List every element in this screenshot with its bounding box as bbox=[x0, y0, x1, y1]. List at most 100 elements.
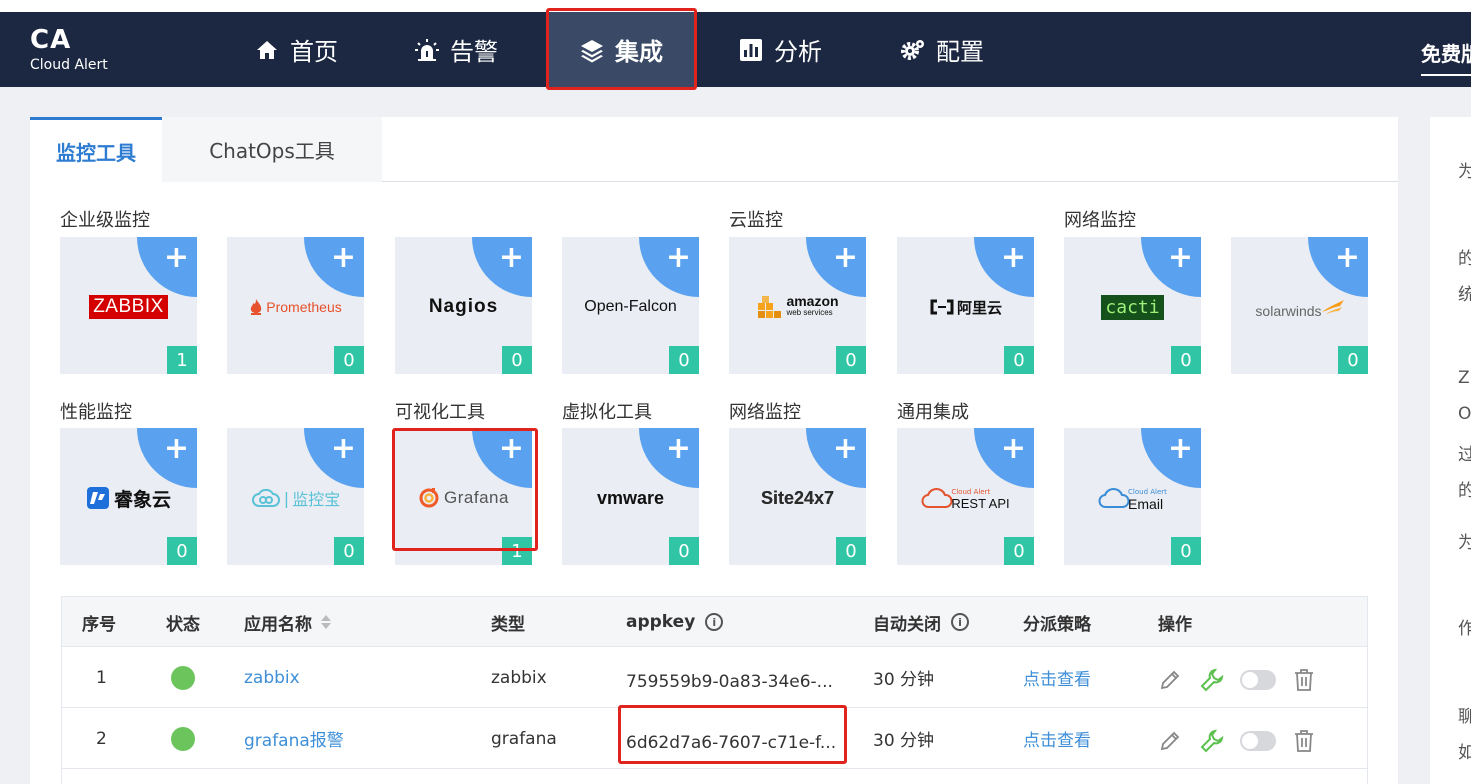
add-icon[interactable]: + bbox=[666, 434, 691, 464]
info-icon[interactable]: i bbox=[705, 613, 724, 631]
trash-icon[interactable] bbox=[1290, 666, 1318, 694]
row-dispatch-link[interactable]: 点击查看 bbox=[1023, 708, 1091, 769]
add-icon[interactable]: + bbox=[331, 243, 356, 273]
cloud-icon bbox=[251, 488, 280, 507]
table-header: 序号 状态 应用名称 类型 appkey i 自动关闭 i 分派策略 操作 bbox=[62, 597, 1367, 647]
row-actions bbox=[1156, 649, 1332, 710]
enable-toggle[interactable] bbox=[1240, 669, 1276, 690]
open-falcon-logo: Open-Falcon bbox=[584, 298, 677, 315]
col-index: 序号 bbox=[82, 614, 116, 635]
col-status: 状态 bbox=[166, 614, 200, 635]
nagios-logo: Nagios bbox=[428, 296, 499, 317]
help-text: 过 bbox=[1458, 445, 1471, 465]
nav-alarm[interactable]: 告警 bbox=[414, 12, 498, 87]
tool-card-nagios[interactable]: + Nagios 0 bbox=[395, 237, 532, 374]
tool-count: 0 bbox=[1171, 537, 1201, 565]
tool-card-cacti[interactable]: + cacti 0 bbox=[1064, 237, 1201, 374]
tool-count: 0 bbox=[669, 537, 699, 565]
col-appkey-label: appkey bbox=[626, 612, 696, 632]
add-icon[interactable]: + bbox=[833, 243, 858, 273]
edit-pencil-icon[interactable] bbox=[1156, 727, 1184, 755]
alarm-icon bbox=[414, 37, 440, 63]
cacti-logo: cacti bbox=[1064, 282, 1201, 332]
tool-card-vmware[interactable]: + vmware 0 bbox=[562, 428, 699, 565]
plan-link[interactable]: 免费版 bbox=[1421, 38, 1471, 67]
logo-separator: | bbox=[283, 488, 290, 508]
row-appkey[interactable]: 759559b9-0a83-34e6-... bbox=[626, 651, 833, 712]
col-app-name[interactable]: 应用名称 bbox=[244, 597, 332, 647]
grafana-swirl-icon bbox=[419, 488, 439, 508]
nav-home[interactable]: 首页 bbox=[254, 12, 338, 87]
tool-card-email[interactable]: + Cloud Alert Email 0 bbox=[1064, 428, 1201, 565]
tool-card-jiankongbao[interactable]: + | 监控宝 0 bbox=[227, 428, 364, 565]
enable-toggle[interactable] bbox=[1240, 730, 1276, 751]
row-status bbox=[171, 647, 195, 708]
category-general: 通用集成 bbox=[897, 402, 969, 423]
row-auto-close: 30 分钟 bbox=[873, 731, 935, 751]
edit-pencil-icon[interactable] bbox=[1156, 666, 1184, 694]
prometheus-logo: Prometheus bbox=[227, 282, 364, 332]
aws-wordmark: amazon web services bbox=[786, 293, 839, 317]
add-icon[interactable]: + bbox=[499, 434, 524, 464]
tool-card-prometheus[interactable]: + Prometheus 0 bbox=[227, 237, 364, 374]
add-icon[interactable]: + bbox=[331, 434, 356, 464]
help-text: 为 bbox=[1458, 533, 1471, 553]
nav-integration[interactable]: 集成 bbox=[549, 12, 694, 87]
jiankongbao-logo: | 监控宝 bbox=[227, 473, 364, 523]
add-icon[interactable]: + bbox=[1335, 243, 1360, 273]
help-text: O bbox=[1458, 404, 1471, 424]
top-strip bbox=[0, 0, 1471, 12]
tool-count: 0 bbox=[502, 346, 532, 374]
aws-logo: amazon web services bbox=[729, 282, 866, 332]
tool-card-ruixiangyun[interactable]: + 睿象云 0 bbox=[60, 428, 197, 565]
add-icon[interactable]: + bbox=[164, 434, 189, 464]
row-app-name-link[interactable]: grafana报警 bbox=[244, 708, 344, 769]
tool-count: 1 bbox=[167, 346, 197, 374]
rest-api-logo: Cloud Alert REST API bbox=[897, 473, 1034, 523]
nav-config[interactable]: 配置 bbox=[900, 12, 984, 87]
help-panel: 为 的 统 Z O 过 的 为 作 聊 如 bbox=[1430, 117, 1471, 784]
row-appkey[interactable]: 6d62d7a6-7607-c71e-f... bbox=[626, 712, 836, 773]
wrench-icon[interactable] bbox=[1198, 727, 1226, 755]
tool-card-aws[interactable]: + amazon web services 0 bbox=[729, 237, 866, 374]
row-auto-close: 30 分钟 bbox=[873, 670, 935, 690]
tool-card-site24x7[interactable]: + Site24x7 0 bbox=[729, 428, 866, 565]
info-icon[interactable]: i bbox=[951, 613, 969, 631]
add-icon[interactable]: + bbox=[666, 243, 691, 273]
tool-card-rest-api[interactable]: + Cloud Alert REST API 0 bbox=[897, 428, 1034, 565]
aliyun-logo: 阿里云 bbox=[897, 282, 1034, 332]
add-icon[interactable]: + bbox=[164, 243, 189, 273]
email-logo: Cloud Alert Email bbox=[1064, 473, 1201, 523]
apps-table: 序号 状态 应用名称 类型 appkey i 自动关闭 i 分派策略 操作 1 … bbox=[61, 596, 1368, 784]
sort-icon[interactable] bbox=[320, 614, 332, 630]
help-text: 的 bbox=[1458, 481, 1471, 501]
email-wordmark: Cloud Alert Email bbox=[1128, 488, 1167, 512]
add-icon[interactable]: + bbox=[1001, 243, 1026, 273]
tool-card-zabbix[interactable]: + ZABBIX 1 bbox=[60, 237, 197, 374]
tab-monitor-tools[interactable]: 监控工具 bbox=[30, 117, 162, 183]
tool-card-solarwinds[interactable]: + solarwinds 0 bbox=[1231, 237, 1368, 374]
tool-count: 0 bbox=[1004, 346, 1034, 374]
row-dispatch-link[interactable]: 点击查看 bbox=[1023, 647, 1091, 708]
tool-card-aliyun[interactable]: + 阿里云 0 bbox=[897, 237, 1034, 374]
home-icon bbox=[254, 37, 280, 63]
help-text: 如 bbox=[1458, 743, 1471, 763]
add-icon[interactable]: + bbox=[499, 243, 524, 273]
wrench-icon[interactable] bbox=[1198, 666, 1226, 694]
logo[interactable]: CA Cloud Alert bbox=[30, 26, 108, 74]
tool-card-grafana[interactable]: + Grafana 1 bbox=[395, 428, 532, 565]
logo-title: CA bbox=[30, 25, 72, 55]
trash-icon[interactable] bbox=[1290, 727, 1318, 755]
tab-chatops-tools[interactable]: ChatOps工具 bbox=[162, 117, 382, 182]
col-auto-close-label: 自动关闭 bbox=[873, 614, 941, 635]
nav-analysis-label: 分析 bbox=[774, 38, 822, 66]
add-icon[interactable]: + bbox=[1001, 434, 1026, 464]
solarwinds-logo: solarwinds bbox=[1231, 282, 1368, 332]
row-type: zabbix bbox=[491, 667, 547, 688]
row-app-name-link[interactable]: zabbix bbox=[244, 647, 300, 708]
add-icon[interactable]: + bbox=[1168, 434, 1193, 464]
nav-analysis[interactable]: 分析 bbox=[738, 12, 822, 87]
add-icon[interactable]: + bbox=[833, 434, 858, 464]
tool-card-open-falcon[interactable]: + Open-Falcon 0 bbox=[562, 237, 699, 374]
add-icon[interactable]: + bbox=[1168, 243, 1193, 273]
